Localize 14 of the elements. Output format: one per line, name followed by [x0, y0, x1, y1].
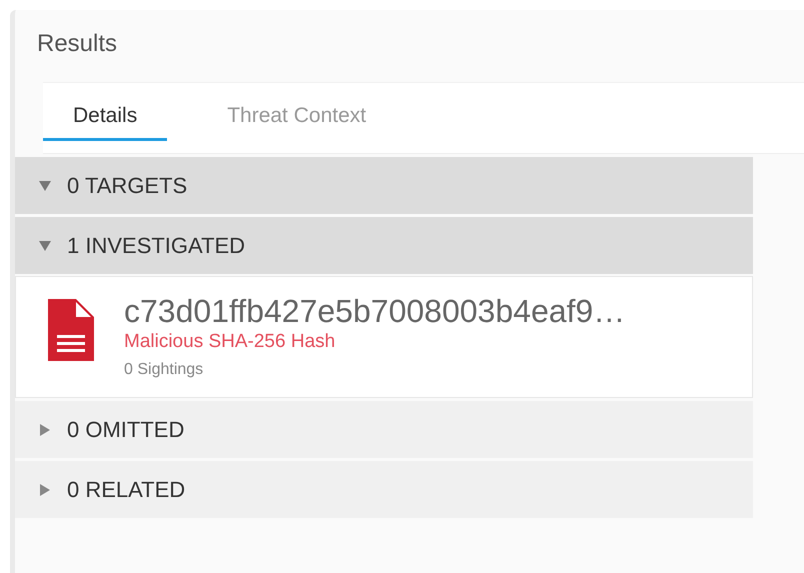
- sightings-count: 0 Sightings: [124, 361, 204, 379]
- document-icon: [48, 299, 94, 361]
- collapse-caret-icon: [39, 240, 51, 252]
- section-header[interactable]: 0 RELATED: [15, 461, 753, 518]
- collapse-caret-icon: [39, 180, 51, 192]
- section-header[interactable]: 1 INVESTIGATED: [15, 217, 753, 274]
- hash-value: c73d01ffb427e5b7008003b4eaf9…: [124, 292, 626, 331]
- expand-caret-icon: [39, 424, 51, 436]
- verdict-label: Malicious SHA-256 Hash: [124, 331, 336, 353]
- section-header[interactable]: 0 OMITTED: [15, 401, 753, 458]
- tab[interactable]: Details: [43, 104, 168, 141]
- section-header[interactable]: 0 TARGETS: [15, 157, 753, 214]
- expand-caret-icon: [39, 484, 51, 496]
- panel-title: Results: [36, 29, 118, 59]
